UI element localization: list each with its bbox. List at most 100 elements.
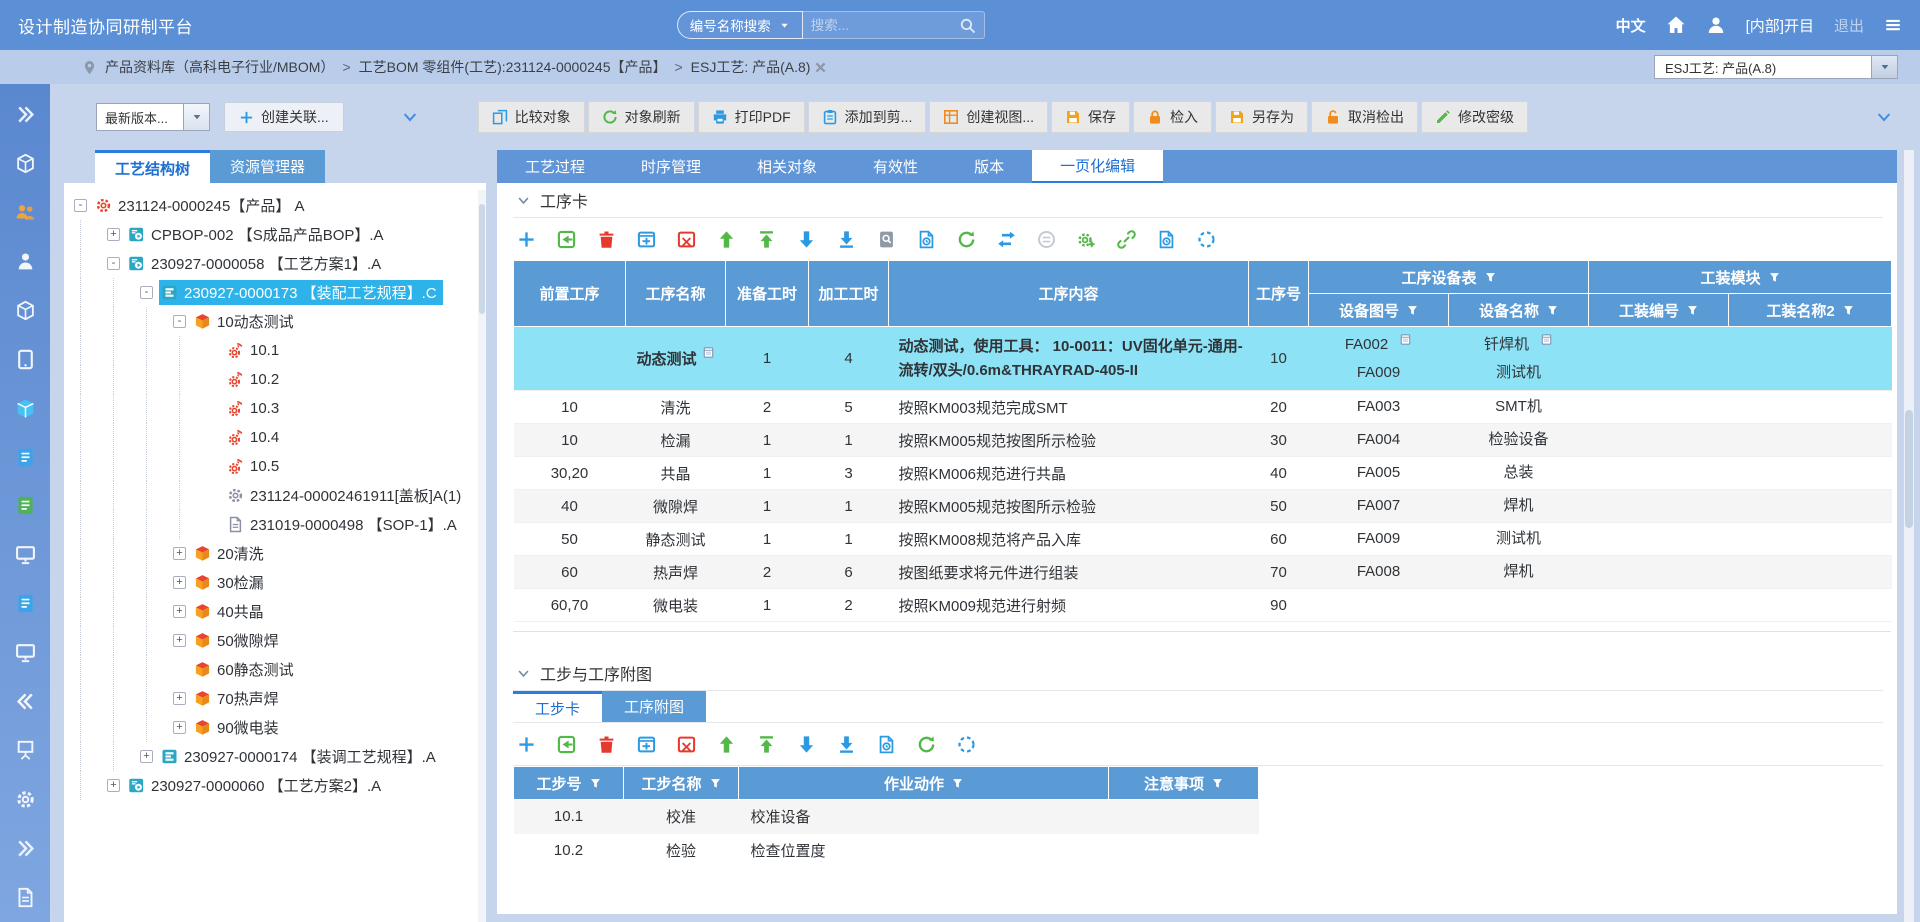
add-window-icon[interactable] (637, 735, 656, 754)
tab-一页化编辑[interactable]: 一页化编辑 (1032, 150, 1163, 183)
gear-add-icon[interactable] (1077, 230, 1096, 249)
tree-node[interactable]: -10.2 (74, 365, 486, 394)
chevrons-right-icon[interactable] (0, 824, 50, 873)
search-type-dropdown[interactable]: 编号名称搜索 (677, 11, 803, 39)
tree-node[interactable]: -10动态测试 (74, 307, 486, 336)
add-icon[interactable] (517, 735, 536, 754)
collapse-toggle-icon[interactable]: - (107, 257, 120, 270)
expand-toggle-icon[interactable]: + (173, 721, 186, 734)
breadcrumb-item[interactable]: 工艺BOM 零组件(工艺):231124-0000245【产品】 (359, 59, 667, 75)
expand-toggle-icon[interactable]: + (173, 634, 186, 647)
process-row[interactable]: 50静态测试11按照KM008规范将产品入库60FA009测试机 (514, 523, 1892, 556)
add-window-icon[interactable] (637, 230, 656, 249)
object-version-selector[interactable]: ESJ工艺: 产品(A.8) (1654, 55, 1906, 79)
breadcrumb-item[interactable]: ESJ工艺: 产品(A.8) (691, 59, 811, 75)
collapse-panel-icon[interactable] (402, 109, 418, 125)
process-row[interactable]: 10清洗25按照KM003规范完成SMT20FA003SMT机 (514, 391, 1892, 424)
filter-icon[interactable] (1687, 305, 1698, 316)
process-row[interactable]: 10检漏11按照KM005规范按图所示检验30FA004检验设备 (514, 424, 1892, 457)
tab-工艺过程[interactable]: 工艺过程 (497, 150, 613, 183)
process-row[interactable]: 动态测试14动态测试，使用工具： 10-0011：UV固化单元-通用-流转/双头… (514, 327, 1892, 391)
note-icon[interactable] (702, 346, 715, 359)
chevron-down-icon[interactable] (517, 667, 530, 680)
tab-时序管理[interactable]: 时序管理 (613, 150, 729, 183)
delete-icon[interactable] (597, 230, 616, 249)
column-header-加工工时[interactable]: 加工工时 (809, 261, 889, 327)
column-header-前置工序[interactable]: 前置工序 (514, 261, 626, 327)
expand-toggle-icon[interactable]: + (107, 228, 120, 241)
collapse-toolbar-icon[interactable] (1876, 109, 1892, 125)
disabled-icon[interactable] (1037, 230, 1056, 249)
preview-icon[interactable] (877, 230, 896, 249)
move-up-icon[interactable] (717, 230, 736, 249)
refresh-object-button[interactable]: 对象刷新 (588, 101, 695, 133)
link-icon[interactable] (1117, 230, 1136, 249)
report-icon[interactable] (877, 735, 896, 754)
tree-node[interactable]: -231124-0000245【产品】 A (74, 191, 486, 220)
step-row[interactable]: 10.2检验检查位置度 (514, 834, 1259, 868)
column-header-工序设备表[interactable]: 工序设备表 (1309, 261, 1589, 294)
loading-icon[interactable] (957, 735, 976, 754)
tree-node[interactable]: +30检漏 (74, 568, 486, 597)
column-header-工序号[interactable]: 工序号 (1249, 261, 1309, 327)
collapse-toggle-icon[interactable]: - (173, 315, 186, 328)
move-down-icon[interactable] (797, 735, 816, 754)
refresh-icon[interactable] (917, 735, 936, 754)
process-row[interactable]: 60,70微电装12按照KM009规范进行射频90 (514, 589, 1892, 622)
expand-toggle-icon[interactable]: + (173, 692, 186, 705)
gear-icon[interactable] (0, 775, 50, 824)
add-to-clipboard-button[interactable]: 添加到剪... (808, 101, 927, 133)
caret-down-icon[interactable] (184, 103, 210, 131)
tree-node[interactable]: -230927-0000058 【工艺方案1】.A (74, 249, 486, 278)
search-input[interactable] (811, 18, 959, 33)
tab-工步卡[interactable]: 工步卡 (513, 691, 602, 722)
tree-node[interactable]: -10.4 (74, 423, 486, 452)
collapse-toggle-icon[interactable]: - (74, 199, 87, 212)
process-row[interactable]: 30,20共晶13按照KM006规范进行共晶40FA005总装 (514, 457, 1892, 490)
filter-icon[interactable] (590, 778, 601, 789)
kiosk-icon[interactable] (0, 726, 50, 775)
filter-icon[interactable] (1407, 305, 1418, 316)
report-icon[interactable] (917, 230, 936, 249)
column-header-作业动作[interactable]: 作业动作 (739, 767, 1109, 800)
filter-icon[interactable] (1843, 305, 1854, 316)
cube-outline-icon[interactable] (0, 139, 50, 188)
monitor-icon[interactable] (0, 530, 50, 579)
tablet-icon[interactable] (0, 335, 50, 384)
remove-window-icon[interactable] (677, 230, 696, 249)
save-button[interactable]: 保存 (1051, 101, 1130, 133)
column-header-工装名称2[interactable]: 工装名称2 (1729, 294, 1892, 327)
move-bottom-icon[interactable] (837, 230, 856, 249)
tree-node[interactable]: +40共晶 (74, 597, 486, 626)
person-icon[interactable] (0, 237, 50, 286)
tree-node[interactable]: -10.1 (74, 336, 486, 365)
tree-node[interactable]: +20清洗 (74, 539, 486, 568)
expand-toggle-icon[interactable]: + (107, 779, 120, 792)
swap-icon[interactable] (997, 230, 1016, 249)
column-header-工步名称[interactable]: 工步名称 (624, 767, 739, 800)
tab-版本[interactable]: 版本 (946, 150, 1032, 183)
cube-outline-icon[interactable] (0, 286, 50, 335)
column-header-工序名称[interactable]: 工序名称 (626, 261, 726, 327)
column-header-准备工时[interactable]: 准备工时 (726, 261, 809, 327)
tab-工艺结构树[interactable]: 工艺结构树 (95, 150, 210, 183)
column-header-设备名称[interactable]: 设备名称 (1449, 294, 1589, 327)
monitor-icon[interactable] (0, 628, 50, 677)
move-bottom-icon[interactable] (837, 735, 856, 754)
horizontal-scrollbar[interactable] (497, 914, 1897, 922)
chevron-down-icon[interactable] (517, 194, 530, 207)
note-icon[interactable] (1540, 333, 1553, 346)
modify-security-button[interactable]: 修改密级 (1421, 101, 1528, 133)
caret-down-icon[interactable] (1872, 55, 1898, 79)
step-row[interactable]: 10.1校准校准设备 (514, 800, 1259, 834)
create-view-button[interactable]: 创建视图... (929, 101, 1048, 133)
tree-node[interactable]: -10.3 (74, 394, 486, 423)
menu-icon[interactable] (1884, 16, 1902, 34)
tree-node[interactable]: -231124-00002461911[盖板]A(1) (74, 481, 486, 510)
compare-objects-button[interactable]: 比较对象 (478, 101, 585, 133)
tab-资源管理器[interactable]: 资源管理器 (210, 150, 325, 183)
tree-node[interactable]: +50微隙焊 (74, 626, 486, 655)
move-up-icon[interactable] (717, 735, 736, 754)
expand-toggle-icon[interactable]: + (173, 605, 186, 618)
doc-fill-icon[interactable] (0, 433, 50, 482)
